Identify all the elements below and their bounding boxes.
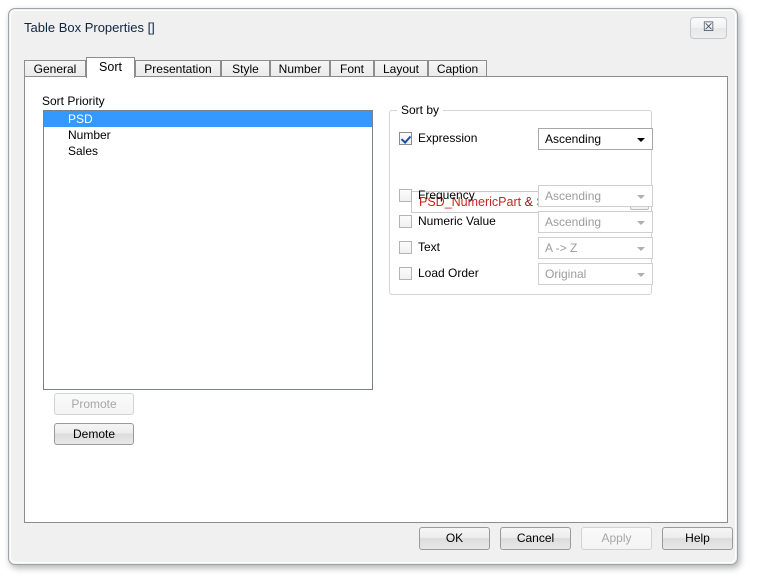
- load-order-checkbox[interactable]: [399, 267, 412, 280]
- window-title: Table Box Properties []: [24, 20, 155, 35]
- chevron-down-icon: [637, 247, 645, 251]
- text-direction-value: A -> Z: [545, 241, 578, 255]
- frequency-label: Frequency: [418, 188, 475, 202]
- expression-direction-combo[interactable]: Ascending: [538, 128, 653, 150]
- expression-value-amp: &: [524, 195, 533, 209]
- expression-label: Expression: [418, 131, 478, 145]
- frequency-checkbox[interactable]: [399, 189, 412, 202]
- text-direction-combo[interactable]: A -> Z: [538, 237, 653, 259]
- chevron-down-icon: [637, 195, 645, 199]
- frequency-direction-combo[interactable]: Ascending: [538, 185, 653, 207]
- load-order-direction-combo[interactable]: Original: [538, 263, 653, 285]
- list-item[interactable]: Sales: [44, 143, 372, 159]
- tab-style[interactable]: Style: [221, 60, 270, 77]
- tab-font[interactable]: Font: [330, 60, 374, 77]
- cancel-button[interactable]: Cancel: [500, 527, 571, 550]
- expression-direction-value: Ascending: [545, 132, 602, 146]
- tab-layout[interactable]: Layout: [374, 60, 428, 77]
- tab-page-sort: Sort Priority PSD Number Sales Promote D…: [24, 76, 728, 523]
- apply-button[interactable]: Apply: [581, 527, 652, 550]
- sort-by-legend: Sort by: [397, 103, 444, 117]
- numeric-value-label: Numeric Value: [418, 214, 496, 228]
- tab-presentation[interactable]: Presentation: [135, 60, 221, 77]
- dialog-window: Table Box Properties [] ☒ General Sort P…: [8, 8, 738, 565]
- frequency-direction-value: Ascending: [545, 189, 602, 203]
- numeric-value-direction-combo[interactable]: Ascending: [538, 211, 653, 233]
- demote-button[interactable]: Demote: [54, 423, 134, 445]
- close-button[interactable]: ☒: [690, 17, 727, 39]
- tab-general[interactable]: General: [24, 60, 86, 77]
- close-icon: ☒: [702, 20, 715, 35]
- text-checkbox[interactable]: [399, 241, 412, 254]
- ok-button[interactable]: OK: [419, 527, 490, 550]
- tab-number[interactable]: Number: [270, 60, 330, 77]
- sort-priority-list[interactable]: PSD Number Sales: [43, 110, 373, 390]
- tab-strip: General Sort Presentation Style Number F…: [24, 57, 728, 78]
- list-item[interactable]: PSD: [44, 111, 372, 127]
- sort-priority-label: Sort Priority: [42, 94, 105, 108]
- load-order-direction-value: Original: [545, 267, 587, 281]
- dialog-inner-frame: Table Box Properties [] ☒ General Sort P…: [10, 10, 736, 563]
- text-label: Text: [418, 240, 441, 254]
- chevron-down-icon: [637, 138, 645, 142]
- tab-caption[interactable]: Caption: [428, 60, 487, 77]
- numeric-value-checkbox[interactable]: [399, 215, 412, 228]
- chevron-down-icon: [637, 221, 645, 225]
- chevron-down-icon: [637, 273, 645, 277]
- expression-checkbox[interactable]: [399, 132, 412, 145]
- numeric-value-direction-value: Ascending: [545, 215, 602, 229]
- list-item[interactable]: Number: [44, 127, 372, 143]
- help-button[interactable]: Help: [662, 527, 733, 550]
- promote-button[interactable]: Promote: [54, 393, 134, 415]
- title-bar: Table Box Properties [] ☒: [11, 11, 735, 47]
- tab-sort[interactable]: Sort: [86, 57, 135, 78]
- load-order-label: Load Order: [418, 266, 479, 280]
